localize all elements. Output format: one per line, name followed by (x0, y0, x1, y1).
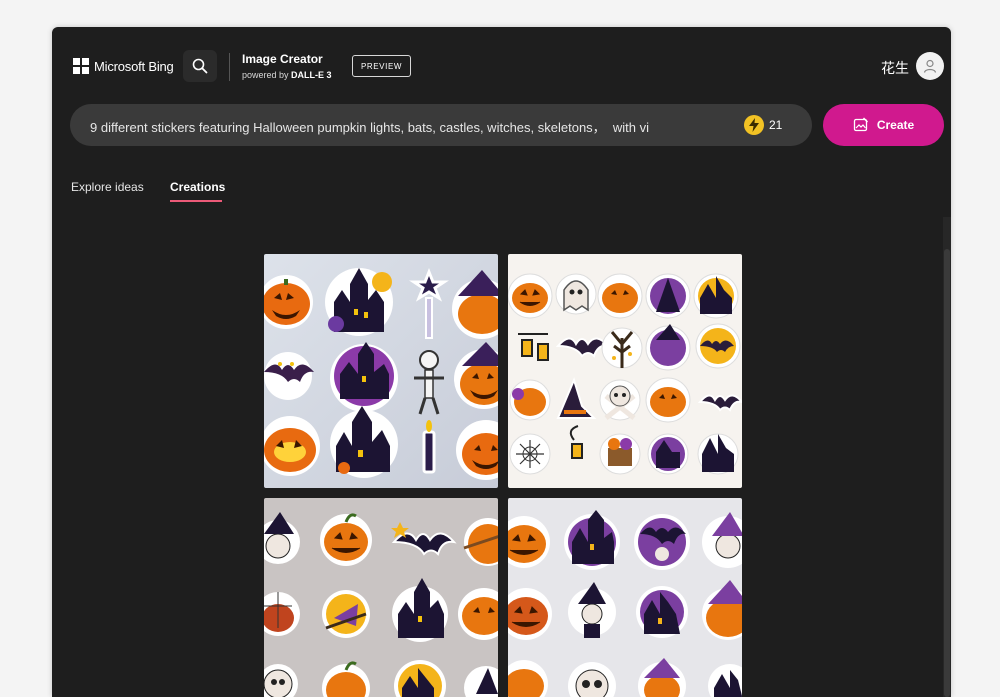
witch-sticker-2 (645, 324, 691, 371)
skeleton-sticker (414, 350, 444, 415)
pumpkin-sticker-3 (322, 661, 370, 697)
windows-logo-icon (73, 58, 89, 74)
generated-image-1[interactable] (264, 254, 498, 488)
preview-badge: PREVIEW (352, 55, 411, 77)
boost-count: 21 (769, 118, 783, 132)
pumpkin-sticker-2 (597, 273, 643, 319)
powered-by: powered by DALL-E 3 (242, 70, 332, 80)
pumpkin-sticker-3 (456, 420, 498, 480)
pumpkin-sticker-2 (508, 660, 548, 697)
pumpkin-basket-sticker (599, 433, 641, 475)
spiderweb-sticker (509, 433, 551, 475)
pumpkin-sticker (508, 516, 550, 568)
bat-sticker (555, 337, 611, 358)
avatar[interactable] (916, 52, 944, 80)
castle-sticker (636, 586, 688, 638)
castle-sticker (392, 578, 448, 642)
spiderweb-pumpkin-sticker (264, 592, 300, 636)
witch-skull-sticker (264, 512, 300, 564)
castle-sticker-2 (330, 406, 398, 478)
bat-sticker-2 (695, 323, 741, 369)
skull-sticker (599, 379, 641, 421)
create-label: Create (876, 118, 915, 132)
witch-sticker (645, 273, 691, 319)
bat-sticker-3 (697, 394, 742, 412)
castle-sticker (693, 273, 739, 319)
jack-o-lantern-sticker (454, 342, 498, 409)
witch-sticker (464, 666, 498, 697)
broom-pumpkin-sticker (463, 518, 498, 566)
bat-sticker (264, 352, 314, 400)
skeleton-witch-sticker (568, 582, 616, 638)
pumpkin-witch-sticker (702, 580, 742, 640)
user-name[interactable]: 花生 (881, 58, 909, 78)
bat-skull-sticker (634, 514, 690, 570)
sticker-sheet-art (508, 510, 742, 697)
lantern-sticker (518, 333, 549, 361)
witch-hat-sticker (556, 377, 597, 419)
witch-skull-sticker (702, 512, 742, 568)
skull-sticker (264, 664, 298, 697)
candle-sticker (422, 420, 436, 474)
ghost-sticker (555, 273, 597, 315)
tree-sticker (601, 327, 643, 369)
tab-creations[interactable]: Creations (170, 180, 225, 194)
pumpkin-sticker (264, 275, 313, 329)
sticker-sheet-art (264, 267, 498, 480)
wand-sticker (409, 267, 449, 339)
witch-flying-sticker (322, 590, 370, 638)
header-divider (229, 53, 230, 81)
haunted-house-sticker (564, 510, 620, 570)
header: Microsoft Bing Image Creator powered by … (52, 27, 951, 107)
pumpkin-sticker-2 (458, 588, 498, 640)
haunted-house-sticker (647, 433, 689, 475)
image-creator-window: Microsoft Bing Image Creator powered by … (52, 27, 951, 697)
lamp-sticker (569, 425, 583, 459)
castle-sticker-2 (708, 664, 742, 697)
powered-by-model: DALL-E 3 (291, 70, 332, 80)
brand-name: Microsoft Bing (94, 58, 174, 74)
generated-image-4[interactable] (508, 498, 742, 697)
sticker-sheet-art (508, 273, 742, 475)
scrollbar-thumb[interactable] (944, 249, 950, 697)
pumpkin-sticker (320, 513, 372, 566)
witch-pumpkin-sticker (638, 658, 686, 697)
active-tab-indicator (170, 200, 222, 202)
glowing-pumpkin-sticker (264, 416, 320, 476)
pumpkin-group-sticker (509, 379, 551, 421)
witch-pumpkin-sticker (452, 270, 498, 339)
search-button[interactable] (183, 50, 217, 82)
bat-sticker (391, 522, 457, 556)
sticker-sheet-art (264, 512, 498, 697)
person-icon (923, 59, 937, 73)
pumpkin-sticker (508, 273, 553, 319)
haunted-house-sticker (330, 342, 398, 412)
image-create-icon (853, 117, 868, 132)
bing-logo[interactable]: Microsoft Bing (73, 58, 174, 74)
powered-by-prefix: powered by (242, 70, 292, 80)
lightning-icon[interactable] (744, 115, 764, 135)
pumpkin-sticker-4 (645, 377, 691, 423)
search-icon (192, 58, 208, 74)
generated-image-2[interactable] (508, 254, 742, 488)
skull-sticker (568, 662, 616, 697)
prompt-input-bar[interactable]: 9 different stickers featuring Halloween… (70, 104, 812, 146)
product-title[interactable]: Image Creator (242, 52, 323, 66)
castle-sticker-2 (394, 660, 446, 697)
tab-explore-ideas[interactable]: Explore ideas (71, 180, 144, 194)
create-button[interactable]: Create (823, 104, 944, 146)
castle-sticker-2 (697, 433, 739, 475)
castle-sticker (325, 268, 393, 336)
prompt-input[interactable]: 9 different stickers featuring Halloween… (90, 117, 700, 136)
generated-image-3[interactable] (264, 498, 498, 697)
jack-o-lantern-sticker (508, 588, 552, 640)
